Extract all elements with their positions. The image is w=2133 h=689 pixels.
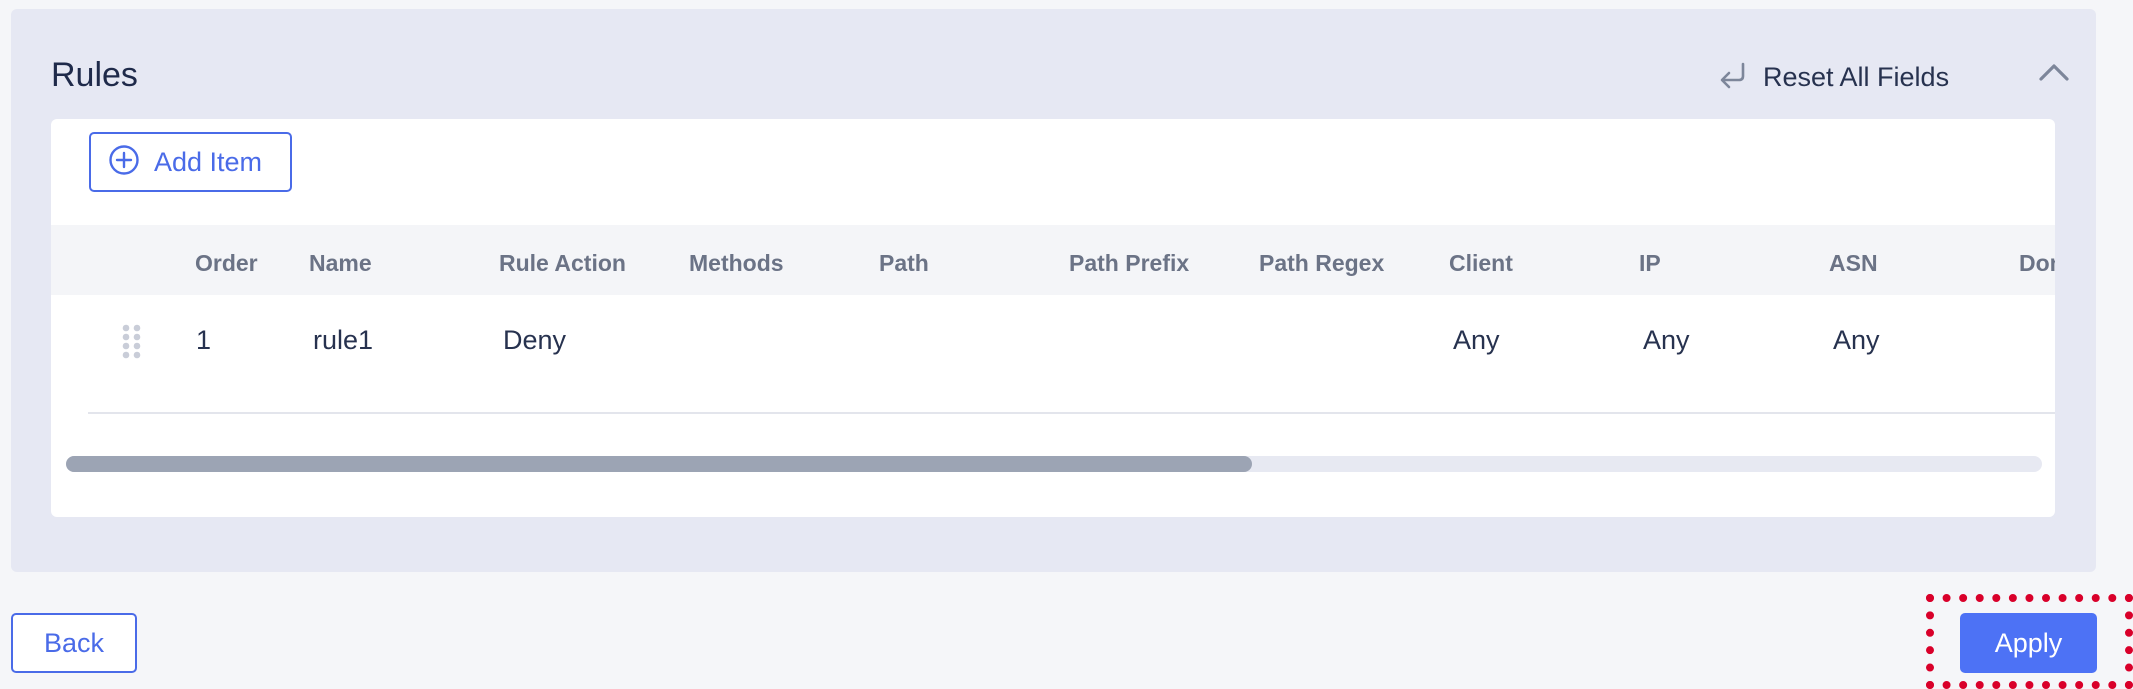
- chevron-up-icon: [2038, 62, 2070, 87]
- cell-ip: Any: [1643, 325, 1690, 355]
- collapse-button[interactable]: [2035, 59, 2073, 89]
- rules-panel: Rules Reset All Fields Add Item Order Na…: [11, 9, 2096, 572]
- apply-button-label: Apply: [1994, 627, 2063, 658]
- cell-asn: Any: [1833, 325, 1880, 355]
- plus-circle-icon: [108, 144, 140, 181]
- column-header-order[interactable]: Order: [195, 250, 258, 277]
- column-header-dom[interactable]: Dom: [2019, 250, 2055, 277]
- column-header-client[interactable]: Client: [1449, 250, 1513, 277]
- add-item-button[interactable]: Add Item: [89, 132, 292, 192]
- apply-button[interactable]: Apply: [1960, 613, 2097, 673]
- drag-handle-icon[interactable]: [121, 323, 143, 359]
- column-header-path-regex[interactable]: Path Regex: [1259, 250, 1384, 277]
- scrollbar-thumb[interactable]: [66, 456, 1252, 472]
- panel-title: Rules: [51, 56, 138, 94]
- column-header-path-prefix[interactable]: Path Prefix: [1069, 250, 1189, 277]
- cell-order: 1: [196, 325, 212, 355]
- rules-table-card: Add Item Order Name Rule Action Methods …: [51, 119, 2055, 517]
- horizontal-scrollbar[interactable]: [66, 456, 2042, 472]
- column-header-path[interactable]: Path: [879, 250, 929, 277]
- cell-name: rule1: [313, 325, 374, 355]
- add-item-label: Add Item: [154, 146, 263, 177]
- column-header-name[interactable]: Name: [309, 250, 372, 277]
- back-button-label: Back: [43, 627, 105, 658]
- column-header-rule-action[interactable]: Rule Action: [499, 250, 626, 277]
- column-header-methods[interactable]: Methods: [689, 250, 784, 277]
- back-button[interactable]: Back: [11, 613, 137, 673]
- cell-rule-action: Deny: [503, 325, 567, 355]
- undo-arrow-icon: [1717, 60, 1749, 95]
- row-divider: [88, 412, 2055, 414]
- table-header: Order Name Rule Action Methods Path Path…: [51, 225, 2055, 295]
- column-header-asn[interactable]: ASN: [1829, 250, 1878, 277]
- table-row[interactable]: 1 rule1 Deny Any Any Any: [51, 295, 2055, 389]
- reset-all-fields-button[interactable]: Reset All Fields: [1717, 57, 1949, 97]
- reset-all-fields-label: Reset All Fields: [1763, 61, 1950, 92]
- cell-client: Any: [1453, 325, 1500, 355]
- column-header-ip[interactable]: IP: [1639, 250, 1661, 277]
